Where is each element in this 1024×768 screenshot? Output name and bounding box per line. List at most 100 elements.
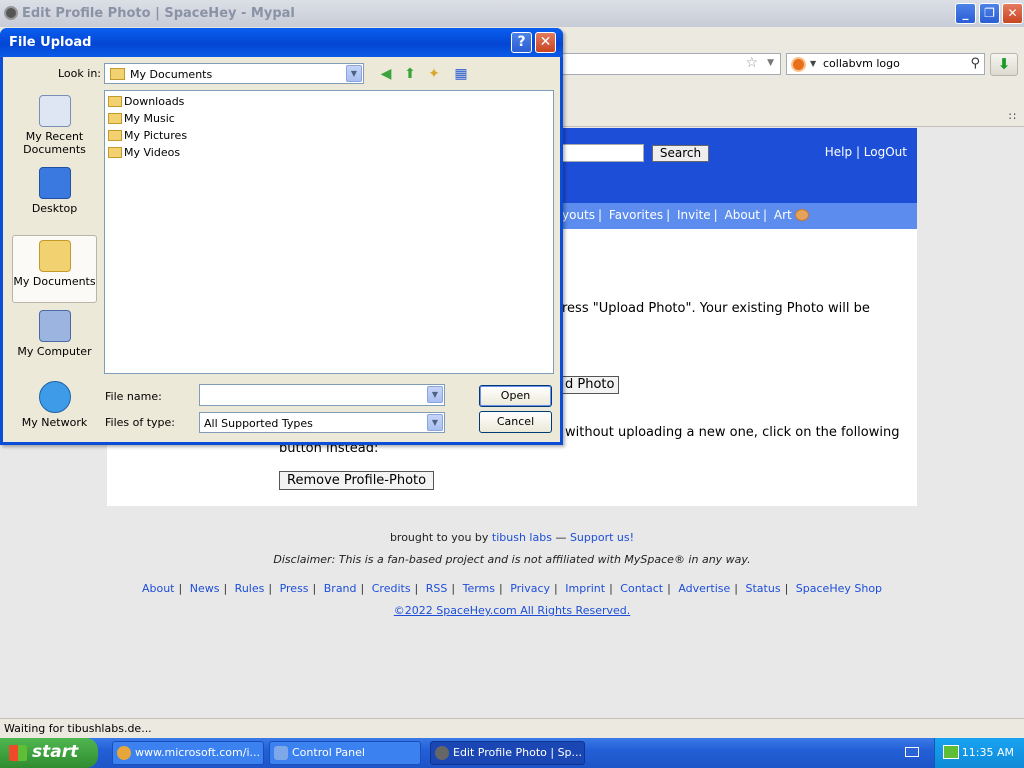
network-icon[interactable] [943,745,959,759]
my-network-icon [38,381,71,413]
url-bar[interactable]: ☆ ▼ [560,53,781,75]
tibush-labs-link[interactable]: tibush labs [492,531,552,544]
footer-link[interactable]: RSS [426,582,448,595]
maximize-button[interactable]: ❐ [979,3,1000,24]
taskbar-item-edit-profile[interactable]: Edit Profile Photo | Sp... [430,741,585,765]
search-icon[interactable]: ⚲ [970,56,980,71]
file-list[interactable]: Downloads My Music My Pictures My Videos [104,90,554,374]
footer-links: About | News | Rules | Press | Brand | Credit… [141,582,883,595]
place-desktop[interactable]: Desktop [12,163,97,231]
footer-link[interactable]: Press [280,582,309,595]
browser-status-bar: Waiting for tibushlabs.de... [0,718,1024,738]
place-my-network[interactable]: My Network [12,377,97,445]
search-engine-icon[interactable] [791,57,806,72]
browser-search-value[interactable]: collabvm logo [823,57,900,70]
help-link[interactable]: Help [825,145,852,159]
place-my-documents[interactable]: My Documents [12,235,97,303]
taskbar-item-control-panel[interactable]: Control Panel [269,741,421,765]
filename-input[interactable]: ▼ [199,384,445,406]
list-item[interactable]: Downloads [107,93,184,110]
list-item[interactable]: My Music [107,110,175,127]
nav-invite[interactable]: Invite [677,208,711,222]
place-my-computer[interactable]: My Computer [12,306,97,374]
system-tray: 11:35 AM [934,738,1024,768]
dialog-title: File Upload [9,35,92,50]
taskbar-item-microsoft[interactable]: www.microsoft.com/i... [112,741,264,765]
footer-link[interactable]: Terms [463,582,495,595]
keyboard-icon[interactable] [905,747,919,757]
windows-logo-icon [9,745,27,761]
search-engine-dropdown-icon[interactable]: ▼ [810,59,816,68]
browser-search-box[interactable]: ▼ collabvm logo ⚲ [786,53,985,75]
folder-icon [108,96,122,107]
chevron-down-icon[interactable]: ▼ [427,386,443,403]
bookmark-star-icon[interactable]: ☆ [745,55,758,71]
browser-icon [117,746,131,760]
filetype-dropdown[interactable]: All Supported Types ▼ [199,412,445,433]
chevron-down-icon[interactable]: ▼ [346,65,362,82]
nav-art[interactable]: Art [774,208,792,222]
footer-brought: brought to you by [389,531,489,544]
open-button[interactable]: Open [479,385,552,407]
toolbar-grip-icon[interactable]: ∷ [1009,110,1016,123]
footer-link[interactable]: Privacy [510,582,550,595]
footer-link[interactable]: News [190,582,220,595]
start-button[interactable]: start [0,738,98,768]
places-bar: My Recent Documents Desktop My Documents… [12,91,97,431]
remove-profile-photo-button[interactable]: Remove Profile-Photo [279,471,435,490]
footer-link[interactable]: Brand [324,582,357,595]
pictures-folder-icon [108,130,122,141]
start-label: start [32,742,79,762]
cancel-button[interactable]: Cancel [479,411,552,433]
palette-icon [794,209,809,221]
support-link[interactable]: Support us! [570,531,634,544]
recent-documents-icon [38,95,71,127]
footer-link[interactable]: Advertise [678,582,730,595]
my-computer-icon [38,310,71,342]
lookin-label: Look in: [58,67,101,80]
footer-link[interactable]: Contact [620,582,663,595]
footer-link[interactable]: SpaceHey Shop [796,582,882,595]
upload-photo-button[interactable]: d Photo [557,376,619,394]
dialog-title-bar[interactable]: File Upload ? ✕ [0,28,563,57]
dialog-help-button[interactable]: ? [511,32,532,53]
up-folder-icon[interactable]: ⬆ [401,65,419,83]
footer-dash: — [555,531,567,544]
file-upload-dialog: File Upload ? ✕ Look in: My Documents ▼ … [0,28,563,445]
logout-link[interactable]: LogOut [864,145,907,159]
chevron-down-icon[interactable]: ▼ [427,414,443,431]
nav-layouts[interactable]: youts [562,208,595,222]
desktop-icon [38,167,71,199]
dialog-close-button[interactable]: ✕ [535,32,556,53]
mypal-icon [435,746,449,760]
new-folder-icon[interactable]: ✦ [425,65,443,83]
back-icon[interactable]: ◀ [377,65,395,83]
clock[interactable]: 11:35 AM [962,746,1014,759]
site-search-button[interactable]: Search [652,145,709,162]
minimize-button[interactable]: _ [955,3,976,24]
footer-link[interactable]: About [142,582,175,595]
footer-link[interactable]: Rules [235,582,265,595]
nav-favorites[interactable]: Favorites [609,208,663,222]
place-recent[interactable]: My Recent Documents [12,91,97,159]
my-documents-icon [110,68,125,80]
footer-link[interactable]: Credits [372,582,411,595]
footer-link[interactable]: Imprint [565,582,605,595]
footer-link[interactable]: Status [746,582,781,595]
nav-about[interactable]: About [725,208,760,222]
filetype-label: Files of type: [105,416,176,429]
window-close-button[interactable]: ✕ [1002,3,1023,24]
my-documents-folder-icon [38,240,71,272]
browser-title-bar: Edit Profile Photo | SpaceHey - Mypal _ … [0,0,1024,27]
videos-folder-icon [108,147,122,158]
lookin-value: My Documents [130,68,213,81]
filename-label: File name: [105,390,162,403]
url-history-dropdown-icon[interactable]: ▼ [767,58,774,68]
copyright-link[interactable]: ©2022 SpaceHey.com All Rights Reserved. [394,604,631,617]
list-item[interactable]: My Videos [107,144,180,161]
view-menu-icon[interactable]: ▦ [449,65,473,83]
download-arrow-icon[interactable]: ⬇ [990,53,1018,76]
site-search-input[interactable] [562,144,644,162]
lookin-dropdown[interactable]: My Documents ▼ [104,63,364,84]
list-item[interactable]: My Pictures [107,127,187,144]
